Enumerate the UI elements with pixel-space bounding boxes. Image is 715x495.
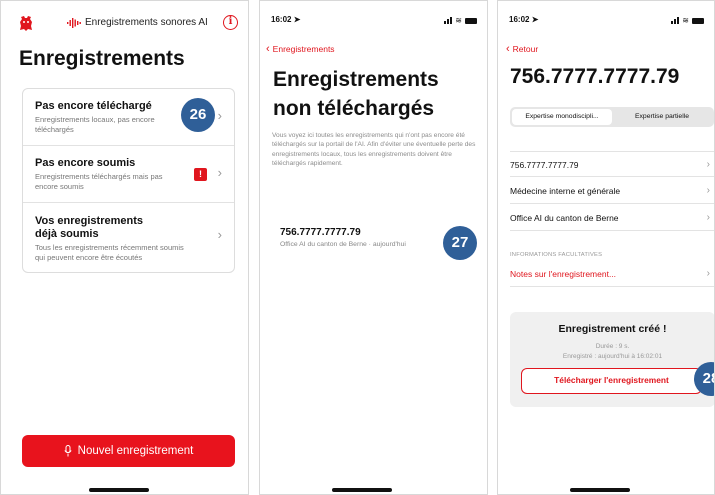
chevron-right-icon: › [706,159,710,170]
page-title: 756.7777.7777.79 [510,65,680,88]
page-title: Enregistrements [19,47,185,70]
back-link[interactable]: ‹ Enregistrements [266,43,335,55]
page-title: Enregistrements non téléchargés [273,68,439,120]
chevron-right-icon: › [706,268,710,279]
screen-not-downloaded: 16:02 ➤ ≋ ‹ Enregistrements Enregistreme… [259,0,488,495]
back-label: Retour [512,44,539,54]
created-title: Enregistrement créé ! [558,323,667,335]
list-item[interactable]: 756.7777.7777.79 Office AI du canton de … [280,227,406,248]
detail-row-office[interactable]: Office AI du canton de Berne › [510,205,714,231]
status-icons: ≋ [444,16,477,25]
detail-row-specialty[interactable]: Médecine interne et générale › [510,178,714,204]
notes-label: Notes sur l'enregistrement... [510,269,617,279]
row-subtitle: Enregistrements téléchargés mais pas enc… [35,172,163,191]
signal-icon [671,17,680,24]
home-indicator[interactable] [89,488,149,492]
recording-subtitle: Office AI du canton de Berne · aujourd'h… [280,241,406,248]
home-indicator[interactable] [570,488,630,492]
status-time: 16:02 ➤ [509,15,539,24]
chevron-left-icon: ‹ [266,43,270,55]
sound-wave-icon [67,17,81,28]
row-subtitle: Enregistrements locaux, pas encore téléc… [35,115,155,134]
chevron-right-icon: › [706,185,710,196]
wifi-icon: ≋ [682,16,689,25]
battery-icon [692,17,704,24]
row-subtitle: Tous les enregistrements récemment soumi… [35,243,184,262]
recording-created-panel: Enregistrement créé ! Durée : 9 s. Enreg… [510,312,714,407]
warning-badge: ! [194,168,207,181]
segment-partial[interactable]: Expertise partielle [612,109,712,125]
status-icons: ≋ [671,16,704,25]
recording-number: 756.7777.7777.79 [280,227,361,238]
top-bar: Enregistrements sonores AI i [19,15,238,35]
detail-row-label: 756.7777.7777.79 [510,160,579,170]
detail-row-label: Office AI du canton de Berne [510,213,619,223]
screen-recording-detail: 16:02 ➤ ≋ ‹ Retour 756.7777.7777.79 Expe… [497,0,715,495]
new-recording-button[interactable]: Nouvel enregistrement [22,435,235,467]
bern-bear-logo-icon [20,16,32,31]
segment-monodisciplinary[interactable]: Expertise monodiscipli... [512,109,612,125]
row-not-submitted[interactable]: Pas encore soumis Enregistrements téléch… [23,146,234,203]
chevron-right-icon: › [706,212,710,223]
step-badge-26: 26 [181,98,215,132]
description-text: Vous voyez ici toutes les enregistrement… [272,132,476,168]
chevron-right-icon: › [217,165,222,180]
chevron-right-icon: › [217,227,222,242]
created-duration: Durée : 9 s. [595,343,630,350]
row-title: Vos enregistrements déjà soumis [35,215,144,240]
detail-row-ssn[interactable]: 756.7777.7777.79 › [510,151,714,177]
download-recording-button[interactable]: Télécharger l'enregistrement [521,368,702,394]
wifi-icon: ≋ [455,16,462,25]
back-label: Enregistrements [272,44,335,54]
home-indicator[interactable] [332,488,392,492]
chevron-right-icon: › [217,108,222,123]
notes-row[interactable]: Notes sur l'enregistrement... › [510,261,714,287]
row-already-submitted[interactable]: Vos enregistrements déjà soumis Tous les… [23,203,234,274]
microphone-icon [64,445,72,457]
info-icon[interactable]: i [223,15,238,30]
signal-icon [444,17,453,24]
battery-icon [465,17,477,24]
detail-row-label: Médecine interne et générale [510,186,621,196]
chevron-left-icon: ‹ [506,43,510,55]
new-recording-label: Nouvel enregistrement [77,445,194,457]
app-title: Enregistrements sonores AI [85,17,208,28]
created-timestamp: Enregistré : aujourd'hui à 16:02:01 [562,353,663,360]
section-label: INFORMATIONS FACULTATIVES [510,252,603,258]
segmented-control: Expertise monodiscipli... Expertise part… [510,107,714,127]
back-link[interactable]: ‹ Retour [506,43,538,55]
status-time: 16:02 ➤ [271,15,301,24]
screen-recordings-home: Enregistrements sonores AI i Enregistrem… [0,0,249,495]
step-badge-27: 27 [443,226,477,260]
app-title-group: Enregistrements sonores AI [67,17,208,28]
